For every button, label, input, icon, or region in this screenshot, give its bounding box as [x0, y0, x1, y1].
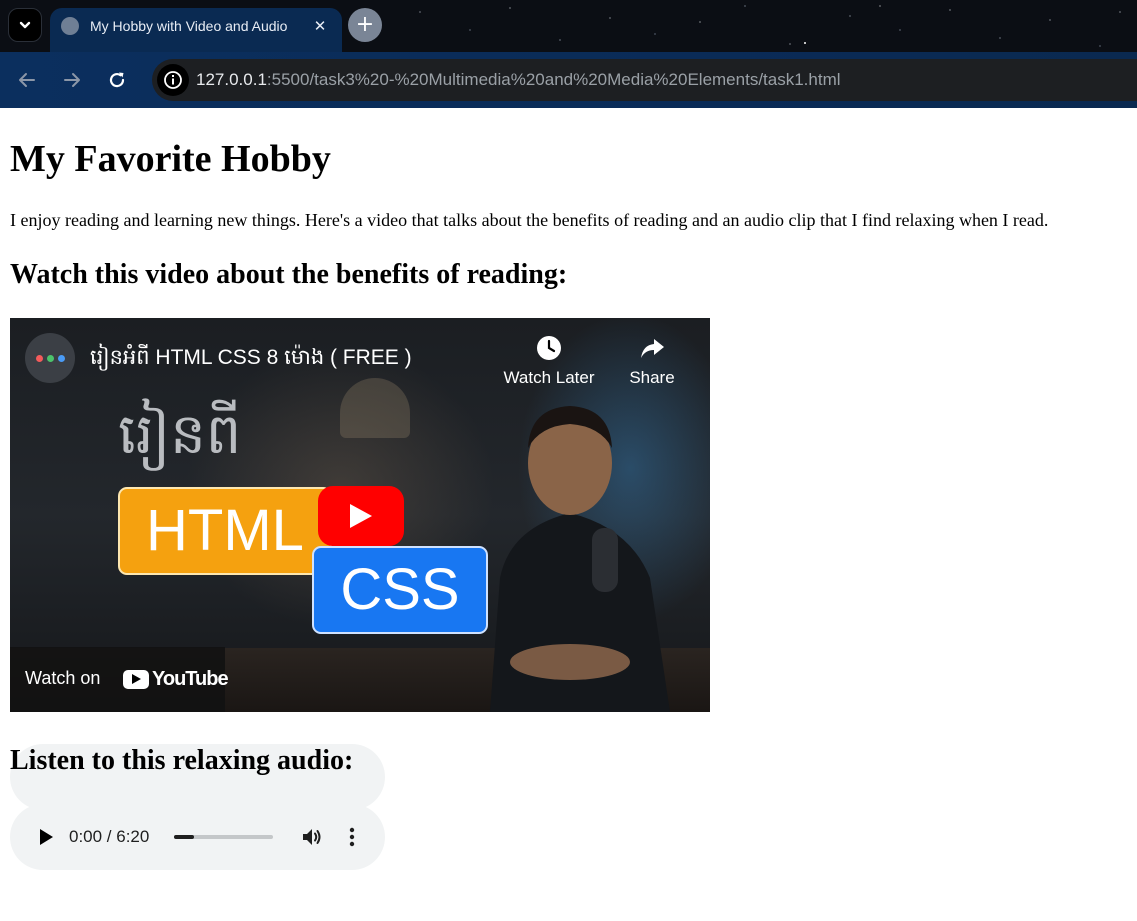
address-bar[interactable]: 127.0.0.1:5500/task3%20-%20Multimedia%20…: [152, 59, 1137, 101]
channel-avatar[interactable]: [25, 333, 75, 383]
audio-heading: Listen to this relaxing audio:: [10, 744, 385, 810]
audio-play-button[interactable]: [34, 825, 58, 849]
chevron-down-icon: [19, 21, 31, 29]
share-button[interactable]: Share: [602, 334, 702, 388]
reload-button[interactable]: [104, 67, 130, 93]
audio-seek-slider[interactable]: [174, 835, 273, 839]
audio-time-display: 0:00 / 6:20: [69, 827, 150, 846]
youtube-play-logo-icon: [123, 669, 149, 689]
forward-button[interactable]: [59, 67, 85, 93]
tab-close-icon[interactable]: ✕: [308, 14, 332, 38]
video-heading: Watch this video about the benefits of r…: [10, 259, 568, 290]
thumbnail-lamp: [340, 378, 410, 438]
clock-icon: [537, 336, 561, 360]
share-label: Share: [629, 368, 675, 387]
back-button[interactable]: [14, 67, 40, 93]
audio-seek-progress: [174, 835, 194, 839]
watch-on-label: Watch on: [25, 668, 101, 688]
volume-icon[interactable]: [300, 825, 324, 849]
play-icon: [40, 829, 53, 845]
site-info-icon[interactable]: [157, 64, 189, 96]
tab-title: My Hobby with Video and Audio: [90, 18, 288, 34]
page-title: My Favorite Hobby: [10, 138, 331, 180]
thumbnail-khmer-text: រៀនពី: [118, 402, 242, 467]
arrow-left-icon: [19, 73, 35, 87]
more-options-icon[interactable]: [340, 825, 364, 849]
tab-search-button[interactable]: [8, 8, 42, 42]
thumbnail-html-badge: HTML: [118, 487, 332, 575]
audio-player[interactable]: 0:00 / 6:20: [10, 804, 385, 870]
info-circle-icon: [164, 71, 182, 89]
watch-later-label: Watch Later: [503, 368, 595, 387]
browser-tab[interactable]: My Hobby with Video and Audio ✕: [50, 8, 342, 52]
share-arrow-icon: [641, 339, 664, 358]
youtube-embed[interactable]: រៀនអំពី HTML CSS 8 ម៉ោង ( FREE ) Watch L…: [10, 318, 710, 712]
youtube-wordmark: YouTube: [152, 668, 229, 690]
new-tab-button[interactable]: +: [348, 8, 382, 42]
video-title[interactable]: រៀនអំពី HTML CSS 8 ម៉ោង ( FREE ): [90, 342, 412, 374]
reload-icon: [109, 72, 125, 88]
watch-later-button[interactable]: Watch Later: [499, 334, 599, 388]
youtube-logo: YouTube: [123, 668, 229, 690]
url-path: :5500/task3%20-%20Multimedia%20and%20Med…: [266, 70, 841, 89]
url-host: 127.0.0.1: [196, 70, 267, 89]
play-icon: [350, 504, 372, 528]
browser-tab-strip: My Hobby with Video and Audio ✕ +: [0, 0, 1137, 52]
youtube-play-button[interactable]: [318, 486, 404, 546]
url-text[interactable]: 127.0.0.1:5500/task3%20-%20Multimedia%20…: [196, 59, 841, 101]
arrow-right-icon: [64, 73, 80, 87]
intro-paragraph: I enjoy reading and learning new things.…: [10, 210, 1049, 230]
presenter-image: [490, 406, 670, 712]
watch-on-youtube-button[interactable]: Watch on YouTube: [10, 647, 229, 712]
globe-icon: [61, 17, 79, 35]
thumbnail-css-badge: CSS: [312, 546, 488, 634]
browser-toolbar: 127.0.0.1:5500/task3%20-%20Multimedia%20…: [0, 52, 1137, 108]
